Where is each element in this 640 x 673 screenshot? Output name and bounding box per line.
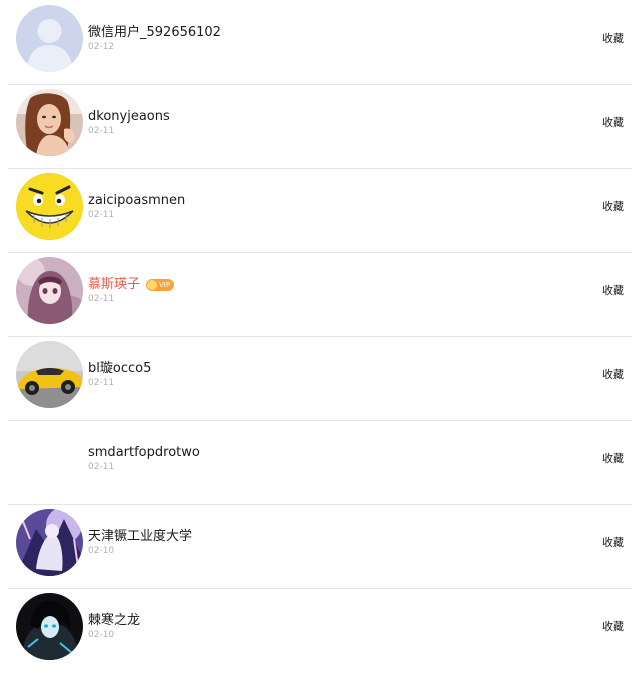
username[interactable]: 微信用户_592656102 (88, 23, 221, 43)
favorite-button[interactable]: 收藏 (602, 199, 624, 215)
username-line: 棘寒之龙 (88, 611, 140, 631)
timestamp: 02-10 (88, 546, 115, 556)
timestamp: 02-11 (88, 210, 115, 220)
username[interactable]: 棘寒之龙 (88, 611, 140, 631)
woman-photo-avatar[interactable] (16, 89, 83, 156)
list-item[interactable]: zaicipoasmnen 02-11 收藏 (0, 168, 640, 252)
timestamp: 02-10 (88, 630, 115, 640)
favorite-button[interactable]: 收藏 (602, 367, 624, 383)
timestamp: 02-11 (88, 294, 115, 304)
favorite-button[interactable]: 收藏 (602, 283, 624, 299)
favorite-button[interactable]: 收藏 (602, 619, 624, 635)
anime-girl-avatar[interactable] (16, 257, 83, 324)
list-item[interactable]: 慕斯瑛子 VIP 02-11 收藏 (0, 252, 640, 336)
list-item[interactable]: bl璇occo5 02-11 收藏 (0, 336, 640, 420)
username-line: 天津镢工业度大学 (88, 527, 192, 547)
favorite-button[interactable]: 收藏 (602, 535, 624, 551)
smiley-face-avatar[interactable] (16, 173, 83, 240)
list-item[interactable]: 微信用户_592656102 02-12 收藏 (0, 0, 640, 84)
username-line: zaicipoasmnen (88, 191, 185, 211)
anime-art-avatar[interactable] (16, 509, 83, 576)
list-item[interactable]: 棘寒之龙 02-10 收藏 (0, 588, 640, 672)
username-line: dkonyjeaons (88, 107, 170, 127)
timestamp: 02-11 (88, 462, 115, 472)
list-item[interactable]: 天津镢工业度大学 02-10 收藏 (0, 504, 640, 588)
username[interactable]: dkonyjeaons (88, 107, 170, 127)
username-line: smdartfopdrotwo (88, 443, 200, 463)
timestamp: 02-12 (88, 42, 115, 52)
sports-car-avatar[interactable] (16, 341, 83, 408)
list-item[interactable]: smdartfopdrotwo 02-11 收藏 (0, 420, 640, 504)
crown-icon (147, 280, 158, 290)
default-avatar-icon[interactable] (16, 5, 83, 72)
username[interactable]: zaicipoasmnen (88, 191, 185, 211)
username-line: 慕斯瑛子 VIP (88, 275, 175, 295)
timestamp: 02-11 (88, 126, 115, 136)
vip-label: VIP (159, 281, 171, 289)
username[interactable]: smdartfopdrotwo (88, 443, 200, 463)
favorite-button[interactable]: 收藏 (602, 31, 624, 47)
follower-list: 微信用户_592656102 02-12 收藏 dkonyjeaons 02-1… (0, 0, 640, 672)
favorite-button[interactable]: 收藏 (602, 451, 624, 467)
username-line: 微信用户_592656102 (88, 23, 221, 43)
favorite-button[interactable]: 收藏 (602, 115, 624, 131)
vip-badge: VIP (146, 279, 175, 291)
username[interactable]: 慕斯瑛子 (88, 275, 140, 295)
list-item[interactable]: dkonyjeaons 02-11 收藏 (0, 84, 640, 168)
dark-anime-character-avatar[interactable] (16, 593, 83, 660)
username-line: bl璇occo5 (88, 359, 151, 379)
timestamp: 02-11 (88, 378, 115, 388)
username[interactable]: 天津镢工业度大学 (88, 527, 192, 547)
username[interactable]: bl璇occo5 (88, 359, 151, 379)
